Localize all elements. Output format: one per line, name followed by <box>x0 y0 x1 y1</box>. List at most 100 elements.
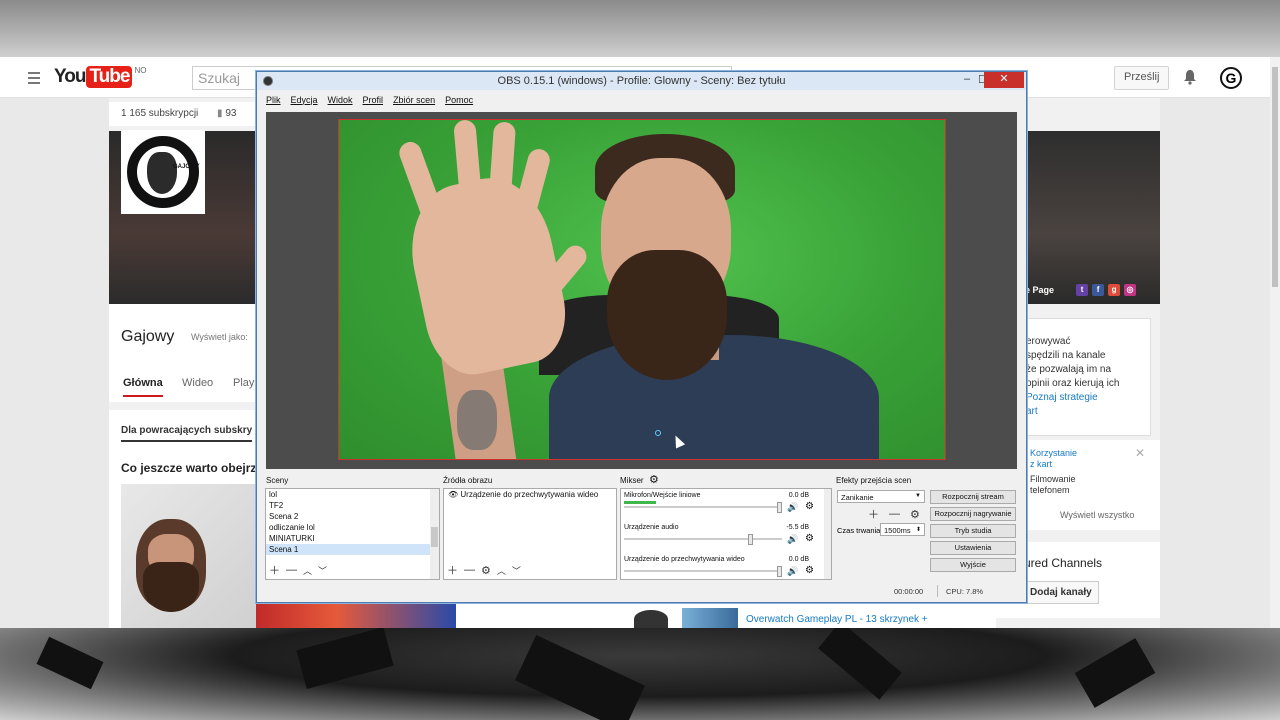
view-as-label: Wyświetl jako: <box>191 332 248 342</box>
remove-transition-icon[interactable]: — <box>889 508 900 520</box>
menu-help[interactable]: Pomoc <box>445 95 473 105</box>
speaker-icon[interactable]: 🔊 <box>787 502 798 513</box>
obs-window: OBS 0.15.1 (windows) - Profile: Glowny -… <box>256 71 1027 603</box>
menu-edit[interactable]: Edycja <box>291 95 318 105</box>
upload-button[interactable]: Prześlij <box>1114 66 1170 90</box>
twitch-icon[interactable]: t <box>1076 284 1089 296</box>
mixer-settings-gear-icon[interactable]: ⚙ <box>649 473 659 486</box>
duration-spinbox[interactable]: 1500ms ⬍ <box>880 523 925 536</box>
speaker-icon[interactable]: 🔊 <box>787 566 798 577</box>
learn-strategies-link[interactable]: Poznaj strategie <box>1026 391 1150 405</box>
youtube-logo[interactable]: You Tube NO <box>54 66 146 88</box>
transitions-title: Efekty przejścia scen <box>836 476 912 485</box>
video-thumbnail-strip[interactable] <box>256 604 456 628</box>
add-source-icon[interactable]: ＋ <box>447 562 458 578</box>
menu-view[interactable]: Widok <box>328 95 353 105</box>
remove-source-icon[interactable]: — <box>464 564 475 576</box>
settings-button[interactable]: Ustawienia <box>930 541 1016 555</box>
exit-button[interactable]: Wyjście <box>930 558 1016 572</box>
source-item[interactable]: 👁 Urządzenie do przechwytywania wideo <box>444 489 616 500</box>
minimize-icon[interactable]: – <box>959 73 975 85</box>
start-recording-button[interactable]: Rozpocznij nagrywanie <box>930 507 1016 521</box>
close-window-button[interactable]: ✕ <box>984 72 1024 88</box>
menu-file[interactable]: Plik <box>266 95 281 105</box>
section-title: Co jeszcze warto obejrz <box>121 461 257 475</box>
move-up-icon[interactable]: ︿ <box>303 564 312 577</box>
banner-social-links: e Page t f g ◎ <box>1025 277 1145 303</box>
close-icon[interactable]: ✕ <box>1135 446 1145 460</box>
channel-settings-gear-icon[interactable]: ⚙ <box>805 533 814 544</box>
tip-item-phone[interactable]: Filmowanie telefonem <box>1030 474 1076 496</box>
volume-slider[interactable] <box>624 570 782 572</box>
volume-knob[interactable] <box>777 502 782 513</box>
visibility-eye-icon[interactable]: 👁 <box>448 490 458 499</box>
transition-select[interactable]: Zanikanie ▼ <box>837 490 925 503</box>
volume-slider[interactable] <box>624 538 782 540</box>
transition-settings-gear-icon[interactable]: ⚙ <box>910 508 920 521</box>
volume-meter <box>624 501 656 504</box>
volume-knob[interactable] <box>777 566 782 577</box>
studio-mode-button[interactable]: Tryb studia <box>930 524 1016 538</box>
channel-logo[interactable]: GAJOWY <box>121 130 205 214</box>
remove-scene-icon[interactable]: — <box>286 564 297 576</box>
speaker-icon[interactable]: 🔊 <box>787 534 798 545</box>
tab-playlists[interactable]: Play <box>233 377 254 389</box>
video-thumbnail-small[interactable] <box>682 608 738 628</box>
scene-item[interactable]: TF2 <box>266 500 439 511</box>
volume-knob[interactable] <box>748 534 753 545</box>
add-channels-button[interactable]: Dodaj kanały <box>1023 581 1099 604</box>
menu-scene-collection[interactable]: Zbiór scen <box>393 95 435 105</box>
tip-item-cards[interactable]: Korzystanie z kart <box>1030 448 1077 470</box>
scenes-scrollbar[interactable] <box>430 489 439 579</box>
scene-item[interactable]: MINIATURKI <box>266 533 439 544</box>
scenes-toolbar: ＋ — ︿ ﹀ <box>269 562 327 578</box>
volume-slider[interactable] <box>624 506 782 508</box>
notifications-bell-icon[interactable] <box>1183 69 1197 85</box>
transform-handle[interactable] <box>655 430 661 436</box>
scene-item[interactable]: Scena 2 <box>266 511 439 522</box>
view-all-link[interactable]: Wyświetl wszystko <box>1060 510 1134 520</box>
tab-home[interactable]: Główna <box>123 377 163 397</box>
video-capture-source[interactable] <box>338 119 946 460</box>
obs-titlebar[interactable]: OBS 0.15.1 (windows) - Profile: Glowny -… <box>257 72 1026 90</box>
channel-settings-gear-icon[interactable]: ⚙ <box>805 565 814 576</box>
channel-settings-gear-icon[interactable]: ⚙ <box>805 501 814 512</box>
scene-item-selected[interactable]: Scena 1 <box>266 544 439 555</box>
video-list-item[interactable]: Overwatch Gameplay PL - 13 skrzynek + <box>456 604 996 628</box>
views-count: 93 <box>225 108 237 119</box>
audio-mixer: Mikrofon/Wejście liniowe 0.0 dB 🔊 ⚙ Urzą… <box>620 488 832 580</box>
mixer-scrollbar[interactable] <box>824 489 831 579</box>
facebook-icon[interactable]: f <box>1092 284 1105 296</box>
menu-profile[interactable]: Profil <box>363 95 384 105</box>
preview-canvas[interactable] <box>266 112 1017 469</box>
scenes-title: Sceny <box>266 476 289 485</box>
scene-item[interactable]: odliczanie lol <box>266 522 439 533</box>
page-link[interactable]: e Page <box>1025 285 1054 295</box>
google-plus-icon[interactable]: g <box>1108 284 1121 296</box>
channel-name[interactable]: Gajowy <box>121 328 174 346</box>
hamburger-menu-icon[interactable] <box>28 72 40 87</box>
move-up-icon[interactable]: ︿ <box>497 564 506 577</box>
returning-subscribers-tab[interactable]: Dla powracających subskry <box>121 425 253 442</box>
add-scene-icon[interactable]: ＋ <box>269 562 280 578</box>
status-cpu: CPU: 7.8% <box>946 587 984 596</box>
video-title[interactable]: Overwatch Gameplay PL - 13 skrzynek + <box>746 614 928 625</box>
tips-list: Korzystanie z kart ✕ Filmowanie telefone… <box>1025 440 1160 530</box>
tips-card: erowywać spędzili na kanale że pozwalają… <box>1025 318 1151 436</box>
subscriber-count: 1 165 subskrypcji <box>121 108 199 119</box>
start-stream-button[interactable]: Rozpocznij stream <box>930 490 1016 504</box>
account-avatar[interactable]: G <box>1220 67 1242 89</box>
status-time: 00:00:00 <box>894 587 924 596</box>
tab-videos[interactable]: Wideo <box>182 377 213 389</box>
desktop-wallpaper-top <box>0 0 1280 57</box>
scene-item[interactable]: lol <box>266 489 439 500</box>
sources-title: Źródła obrazu <box>443 476 493 485</box>
desktop-wallpaper-bottom <box>0 621 1280 720</box>
move-down-icon[interactable]: ﹀ <box>512 564 521 577</box>
page-scrollbar[interactable] <box>1270 57 1280 628</box>
video-thumbnail[interactable] <box>121 484 256 628</box>
instagram-icon[interactable]: ◎ <box>1124 284 1137 296</box>
add-transition-icon[interactable]: ＋ <box>868 506 879 522</box>
move-down-icon[interactable]: ﹀ <box>318 564 327 577</box>
source-properties-gear-icon[interactable]: ⚙ <box>481 564 491 577</box>
